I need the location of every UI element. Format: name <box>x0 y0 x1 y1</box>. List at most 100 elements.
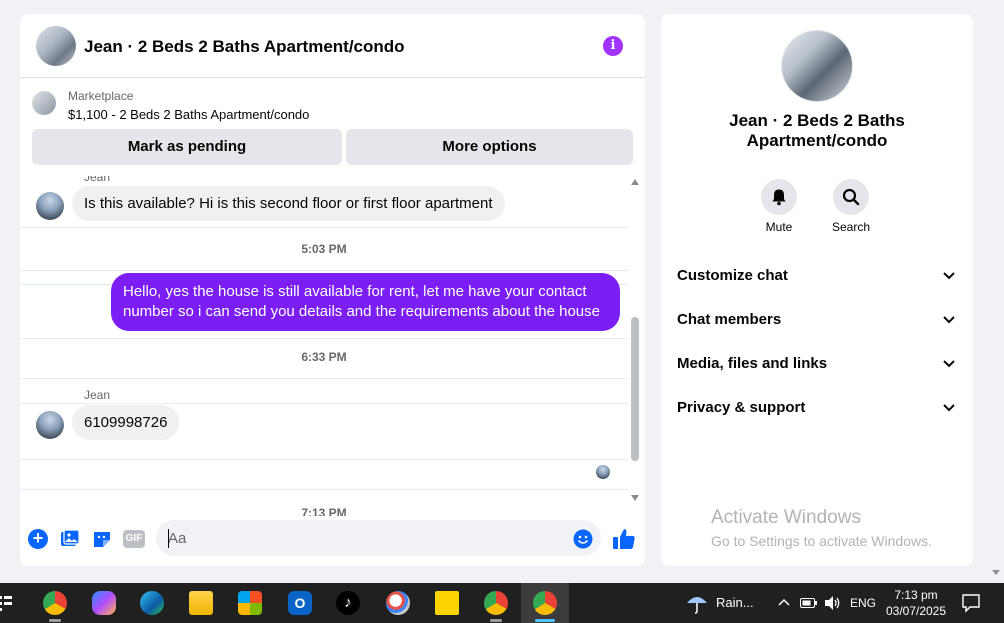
outlook-taskbar-button[interactable]: O <box>276 583 324 623</box>
chevron-down-icon <box>943 360 955 368</box>
sender-name: Jean <box>84 388 111 402</box>
divider <box>20 338 628 339</box>
mute-button[interactable]: Mute <box>749 179 809 234</box>
copilot-taskbar-button[interactable] <box>80 583 128 623</box>
chevron-down-icon <box>943 316 955 324</box>
task-view-icon[interactable] <box>0 595 12 611</box>
chat-members-section[interactable]: Chat members <box>677 308 957 332</box>
page-scroll-down-arrow[interactable] <box>992 570 1000 575</box>
outlook-icon: O <box>288 591 312 615</box>
input-language[interactable]: ENG <box>850 596 876 610</box>
plus-icon[interactable]: + <box>28 529 48 549</box>
timestamp: 7:13 PM <box>301 506 347 516</box>
sender-name: Jean <box>84 176 111 184</box>
profile-avatar[interactable] <box>781 30 853 102</box>
search-label: Search <box>831 220 871 234</box>
like-icon[interactable] <box>612 527 636 551</box>
profile-title[interactable]: Jean · 2 Beds 2 Baths Apartment/condo <box>691 111 943 151</box>
section-label: Customize chat <box>677 267 788 284</box>
sticker-icon[interactable] <box>92 529 112 549</box>
chrome-active-taskbar-button[interactable] <box>521 583 569 623</box>
tiktok-icon: ♪ <box>336 591 360 615</box>
outgoing-message[interactable]: Hello, yes the house is still available … <box>111 273 620 331</box>
info-icon[interactable]: i <box>603 36 623 56</box>
copilot-icon <box>92 591 116 615</box>
chrome-taskbar-button[interactable] <box>31 583 79 623</box>
message-composer: + GIF <box>20 516 645 566</box>
scroll-down-arrow[interactable] <box>631 495 639 501</box>
divider <box>20 403 628 404</box>
store-taskbar-button[interactable] <box>226 583 274 623</box>
media-files-links-section[interactable]: Media, files and links <box>677 352 957 376</box>
marketplace-listing: Marketplace $1,100 - 2 Beds 2 Baths Apar… <box>20 79 645 175</box>
battery-icon[interactable] <box>800 597 818 609</box>
timestamp: 6:33 PM <box>301 350 347 364</box>
more-options-button[interactable]: More options <box>346 129 633 165</box>
search-icon <box>842 188 860 206</box>
paint-taskbar-button[interactable] <box>374 583 422 623</box>
volume-icon[interactable] <box>824 595 842 611</box>
running-indicator <box>49 619 61 622</box>
message-input[interactable] <box>156 520 601 556</box>
activate-windows-watermark: Activate Windows Go to Settings to activ… <box>711 507 932 549</box>
file-explorer-taskbar-button[interactable] <box>177 583 225 623</box>
message-list: Jean Is this available? Hi is this secon… <box>20 176 645 516</box>
listing-source: Marketplace <box>68 89 134 103</box>
listing-thumbnail[interactable] <box>32 91 56 115</box>
read-receipt-avatar <box>596 465 610 479</box>
chat-panel: Jean · 2 Beds 2 Baths Apartment/condo i … <box>20 14 645 566</box>
section-label: Chat members <box>677 311 782 328</box>
sticky-notes-icon <box>435 591 459 615</box>
customize-chat-section[interactable]: Customize chat <box>677 264 957 288</box>
search-button[interactable]: Search <box>821 179 881 234</box>
sender-avatar[interactable] <box>36 411 64 439</box>
watermark-title: Activate Windows <box>711 507 861 528</box>
chevron-down-icon <box>943 272 955 280</box>
mark-as-pending-button[interactable]: Mark as pending <box>32 129 342 165</box>
chrome-icon <box>484 591 508 615</box>
chevron-up-icon[interactable] <box>778 598 790 606</box>
privacy-support-section[interactable]: Privacy & support <box>677 396 957 420</box>
divider <box>20 489 628 490</box>
incoming-message[interactable]: 6109998726 <box>72 405 180 440</box>
file-explorer-icon <box>189 591 213 615</box>
notification-icon[interactable] <box>961 593 981 613</box>
weather-text: Rain... <box>716 595 754 610</box>
timestamp: 5:03 PM <box>301 242 347 256</box>
divider <box>20 459 628 460</box>
active-indicator <box>535 619 555 622</box>
store-icon <box>238 591 262 615</box>
section-label: Media, files and links <box>677 355 828 372</box>
sender-avatar[interactable] <box>36 192 64 220</box>
windows-taskbar: O ♪ Rain... ENG 7:13 pm 03/07/2025 <box>0 583 1004 623</box>
scrollbar-thumb[interactable] <box>631 317 639 461</box>
listing-price-title[interactable]: $1,100 - 2 Beds 2 Baths Apartment/condo <box>68 107 309 122</box>
chrome-icon <box>43 591 67 615</box>
mute-label: Mute <box>765 220 793 234</box>
edge-icon <box>140 591 164 615</box>
umbrella-rain-icon <box>687 597 707 614</box>
contact-avatar[interactable] <box>36 26 76 66</box>
photo-icon[interactable] <box>60 529 80 549</box>
tiktok-taskbar-button[interactable]: ♪ <box>324 583 372 623</box>
emoji-icon[interactable] <box>573 529 593 549</box>
weather-widget[interactable]: Rain... <box>683 583 773 623</box>
edge-taskbar-button[interactable] <box>128 583 176 623</box>
section-label: Privacy & support <box>677 399 806 416</box>
conversation-details-panel: Jean · 2 Beds 2 Baths Apartment/condo Mu… <box>661 14 973 566</box>
paint-icon <box>386 591 410 615</box>
chevron-down-icon <box>943 404 955 412</box>
running-indicator <box>490 619 502 622</box>
gif-icon[interactable]: GIF <box>123 530 145 548</box>
clock-time: 7:13 pm <box>894 588 938 602</box>
system-clock[interactable]: 7:13 pm 03/07/2025 <box>876 587 956 619</box>
scroll-up-arrow[interactable] <box>631 179 639 185</box>
chrome-icon <box>533 591 557 615</box>
chrome-profile-taskbar-button[interactable] <box>472 583 520 623</box>
divider <box>20 378 628 379</box>
incoming-message[interactable]: Is this available? Hi is this second flo… <box>72 186 505 221</box>
sticky-notes-taskbar-button[interactable] <box>423 583 471 623</box>
chat-header: Jean · 2 Beds 2 Baths Apartment/condo i <box>20 14 645 78</box>
conversation-title[interactable]: Jean · 2 Beds 2 Baths Apartment/condo <box>84 37 405 57</box>
text-caret <box>168 529 169 548</box>
